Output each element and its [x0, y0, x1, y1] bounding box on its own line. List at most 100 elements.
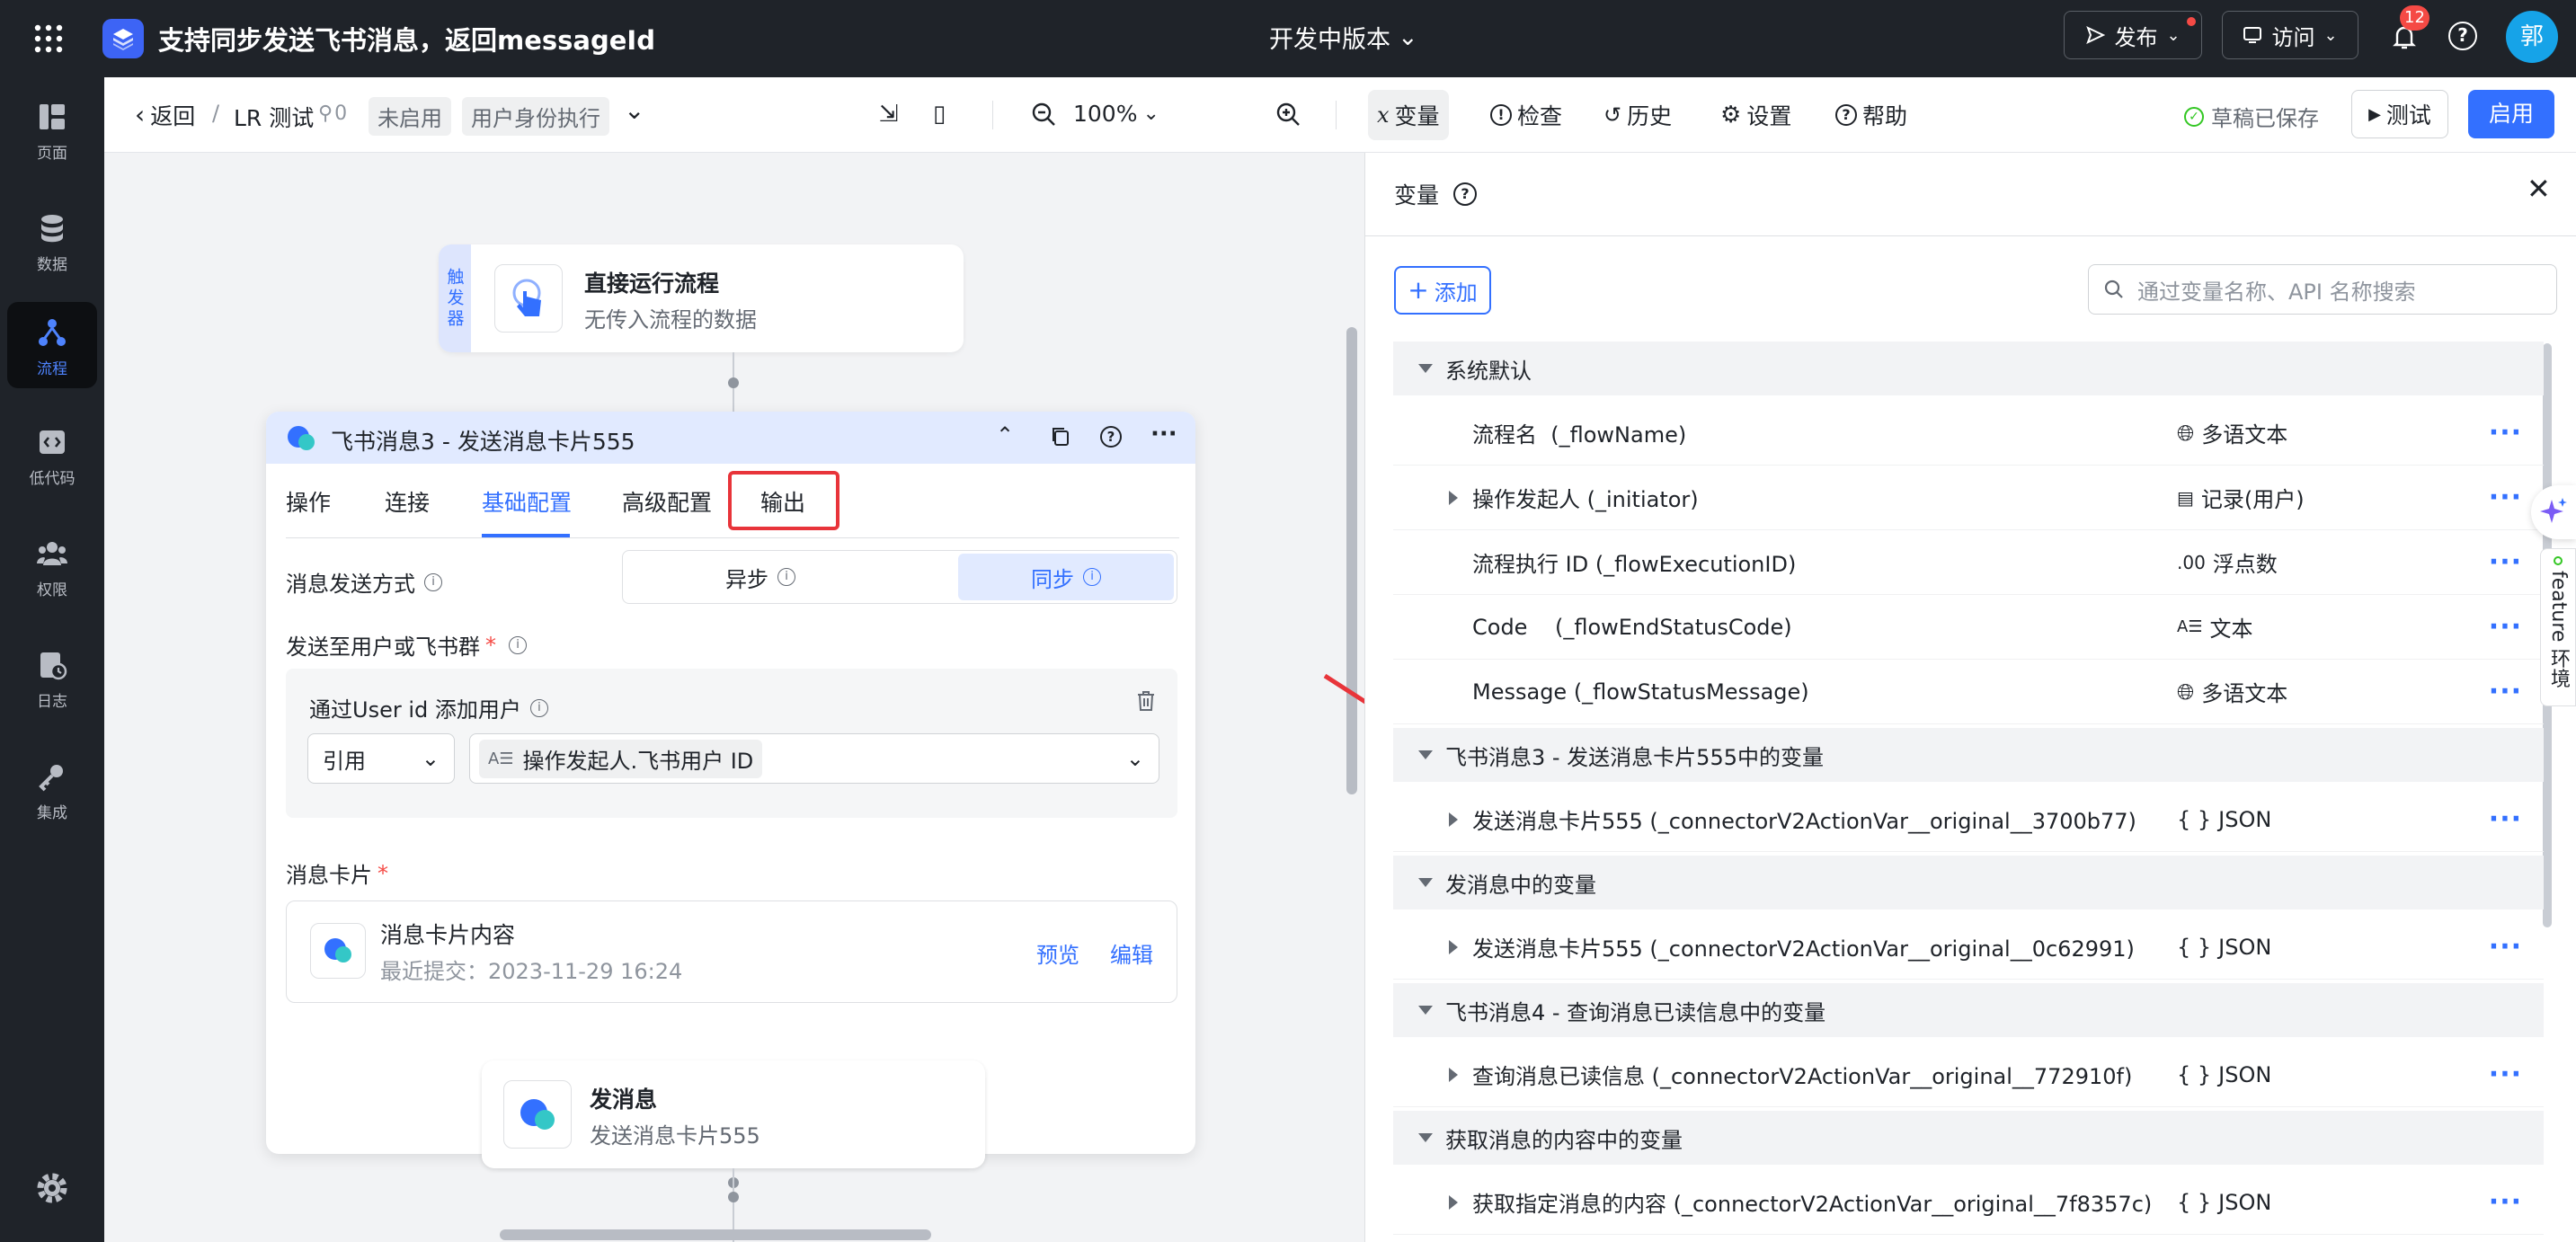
variable-row[interactable]: 流程执行 ID (_flowExecutionID) .00 浮点数 ··· — [1393, 530, 2544, 595]
tab-advanced-config[interactable]: 高级配置 — [622, 485, 712, 518]
trigger-node[interactable]: 触发器 直接运行流程 无传入流程的数据 — [439, 244, 964, 352]
variable-type-label: JSON — [2218, 1061, 2272, 1087]
add-user-label: 通过User id 添加用户 i — [309, 692, 548, 723]
more-icon[interactable]: ··· — [1150, 421, 1177, 448]
more-icon[interactable]: ··· — [2489, 1059, 2522, 1090]
more-icon[interactable]: ··· — [2489, 676, 2522, 707]
variable-group[interactable]: 发消息中的变量 — [1393, 856, 2544, 909]
sidebar-item-integration[interactable]: 集成 — [7, 746, 97, 832]
history-button[interactable]: ↺ 历史 — [1603, 99, 1672, 131]
json-icon: { } — [2177, 1061, 2212, 1087]
sidebar-item-flow[interactable]: 流程 — [7, 302, 97, 388]
zoom-out-icon[interactable] — [1030, 101, 1057, 128]
back-button[interactable]: ‹ 返回 — [135, 99, 195, 131]
caret-right-icon[interactable] — [1449, 1067, 1458, 1082]
feature-env-tab[interactable]: feature 环境 — [2540, 548, 2576, 706]
mode-sync-option[interactable]: 同步 i — [958, 554, 1174, 600]
publish-dot — [2187, 17, 2196, 26]
enable-button[interactable]: 启用 — [2468, 90, 2554, 138]
group-label: 系统默认 — [1445, 358, 1532, 384]
visit-button[interactable]: 访问 ⌄ — [2222, 11, 2358, 59]
search-input[interactable]: 通过变量名称、API 名称搜索 — [2137, 274, 2416, 306]
preview-link[interactable]: 预览 — [1036, 937, 1079, 969]
more-icon[interactable]: ··· — [2489, 1186, 2522, 1218]
text-type-icon: A☰ — [488, 749, 514, 768]
record-icon: ▤ — [2177, 486, 2194, 509]
message-node[interactable]: 飞书消息3 - 发送消息卡片555 ⌃ ? ··· 操作 连接 基础配置 高级配… — [266, 412, 1195, 1154]
more-icon[interactable]: ··· — [2489, 546, 2522, 578]
help-icon[interactable]: ? — [1100, 426, 1122, 448]
sidebar-item-permissions[interactable]: 权限 — [7, 523, 97, 609]
avatar[interactable]: 郭 — [2506, 11, 2558, 63]
sidebar-item-logs[interactable]: 日志 — [7, 634, 97, 721]
caret-right-icon[interactable] — [1449, 1194, 1458, 1210]
publish-button[interactable]: 发布 ⌄ — [2064, 11, 2202, 59]
sidebar-item-pages[interactable]: 页面 — [7, 86, 97, 173]
more-icon[interactable]: ··· — [2489, 482, 2522, 513]
close-icon[interactable]: ✕ — [2527, 174, 2551, 203]
settings-button[interactable]: ⚙ 设置 — [1720, 99, 1791, 131]
help-icon[interactable]: ? — [1453, 182, 1478, 206]
variable-row[interactable]: 获取指定消息的内容 (_connectorV2ActionVar__origin… — [1393, 1170, 2544, 1235]
variable-group[interactable]: 获取消息的内容中的变量 — [1393, 1111, 2544, 1165]
variable-type: { } JSON — [2177, 1190, 2271, 1215]
sidebar-item-lowcode[interactable]: 低代码 — [7, 412, 97, 498]
horizontal-scrollbar[interactable] — [500, 1229, 931, 1240]
variables-button[interactable]: 𝑥 变量 — [1368, 90, 1449, 140]
more-icon[interactable]: ··· — [2489, 417, 2522, 448]
ref-value-select[interactable]: A☰ 操作发起人.飞书用户 ID ⌄ — [469, 733, 1159, 784]
variable-row[interactable]: Code (_flowEndStatusCode) A☰ 文本 ··· — [1393, 595, 2544, 660]
caret-right-icon[interactable] — [1449, 490, 1458, 505]
zoom-value: 100% — [1073, 101, 1138, 127]
variable-group[interactable]: 飞书消息3 - 发送消息卡片555中的变量 — [1393, 728, 2544, 782]
tab-basic-config[interactable]: 基础配置 — [482, 485, 572, 518]
chevron-down-icon[interactable]: ⌄ — [624, 95, 644, 125]
ref-select-value: 引用 — [323, 748, 366, 774]
copy-icon[interactable] — [1050, 426, 1071, 448]
layout-icon[interactable]: ▯ — [933, 101, 946, 128]
test-button[interactable]: ▶ 测试 — [2351, 90, 2448, 138]
variable-row[interactable]: 查询消息已读信息 (_connectorV2ActionVar__origina… — [1393, 1042, 2544, 1107]
check-button[interactable]: ! 检查 — [1490, 99, 1562, 131]
chevron-down-icon: ⌄ — [1142, 102, 1159, 125]
collapse-icon[interactable]: ⌃ — [996, 422, 1014, 448]
variable-row[interactable]: 发送消息卡片555 (_connectorV2ActionVar__origin… — [1393, 787, 2544, 852]
trash-icon[interactable] — [1136, 690, 1156, 712]
required-mark: * — [378, 860, 388, 886]
variable-search-box[interactable]: 通过变量名称、API 名称搜索 — [2088, 264, 2557, 315]
more-icon[interactable]: ··· — [2489, 803, 2522, 835]
zoom-select[interactable]: 100% ⌄ — [1073, 101, 1159, 127]
variable-row[interactable]: Message (_flowStatusMessage) 🌐︎ 多语文本 ··· — [1393, 660, 2544, 724]
tab-operation[interactable]: 操作 — [286, 485, 331, 518]
tab-connection[interactable]: 连接 — [385, 485, 430, 518]
more-icon[interactable]: ··· — [2489, 931, 2522, 963]
apps-grid-icon[interactable] — [32, 22, 65, 55]
help-icon[interactable]: ? — [2448, 22, 2477, 50]
version-dropdown[interactable]: 开发中版本 ⌄ — [1269, 20, 1418, 55]
edit-link[interactable]: 编辑 — [1110, 937, 1153, 969]
caret-right-icon[interactable] — [1449, 812, 1458, 827]
zoom-in-icon[interactable] — [1275, 101, 1301, 128]
variable-group[interactable]: 飞书消息4 - 查询消息已读信息中的变量 — [1393, 983, 2544, 1037]
variable-group[interactable]: 系统默认 — [1393, 342, 2544, 395]
test-label: 测试 — [2385, 102, 2431, 129]
sidebar-item-data[interactable]: 数据 — [7, 198, 97, 284]
flow-canvas[interactable]: 触发器 直接运行流程 无传入流程的数据 飞书消息3 - 发送消息卡片555 ⌃ … — [104, 153, 1364, 1242]
add-variable-button[interactable]: + 添加 — [1394, 266, 1491, 315]
variable-type-label: JSON — [2218, 934, 2272, 960]
collapse-icon[interactable]: ⇲ — [879, 101, 899, 128]
ref-select[interactable]: 引用 ⌄ — [307, 733, 455, 784]
help-label: 帮助 — [1862, 103, 1908, 129]
variable-row[interactable]: 操作发起人 (_initiator) ▤ 记录(用户) ··· — [1393, 466, 2544, 530]
more-icon[interactable]: ··· — [2489, 611, 2522, 643]
variable-row[interactable]: 流程名 (_flowName) 🌐︎ 多语文本 ··· — [1393, 401, 2544, 466]
trigger-title: 直接运行流程 — [584, 271, 720, 297]
variable-row[interactable]: 发送消息卡片555 (_connectorV2ActionVar__origin… — [1393, 915, 2544, 980]
code-icon — [34, 424, 70, 460]
gear-icon[interactable] — [34, 1170, 70, 1206]
mode-async-option[interactable]: 异步 i — [626, 554, 895, 600]
help-button[interactable]: ? 帮助 — [1835, 99, 1907, 131]
caret-right-icon[interactable] — [1449, 939, 1458, 954]
app-logo — [102, 19, 144, 58]
send-message-node-body[interactable]: 发消息 发送消息卡片555 — [482, 1060, 985, 1168]
